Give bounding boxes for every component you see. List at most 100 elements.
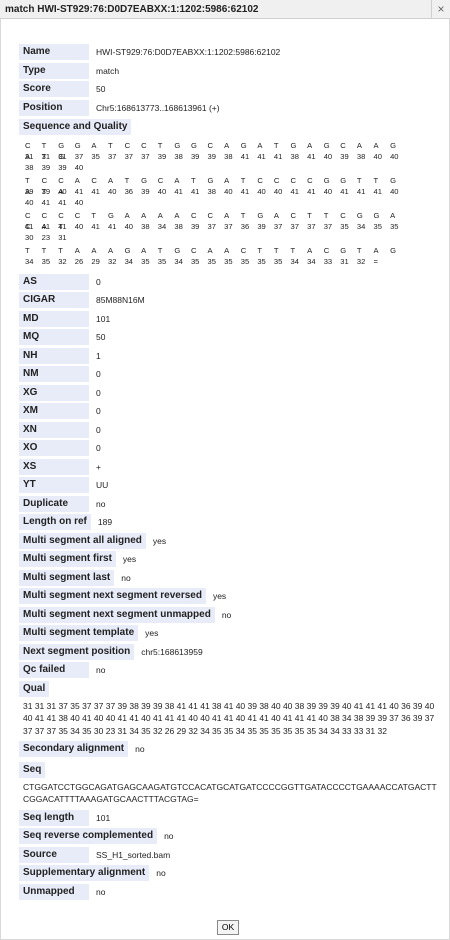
- field-row: XS +: [19, 458, 439, 477]
- base: C: [340, 210, 346, 220]
- field-row: Type match: [19, 62, 439, 81]
- base: C: [257, 175, 263, 185]
- base: T: [91, 210, 97, 220]
- quality-score: 38: [25, 162, 34, 172]
- quality-score: 23: [41, 232, 51, 242]
- field-label: XS: [19, 458, 89, 475]
- field-row: CIGAR 85M88N16M: [19, 291, 439, 310]
- base: A: [174, 175, 180, 185]
- quality-score: =: [373, 256, 378, 266]
- base: A: [373, 140, 379, 150]
- quality-score: 37: [74, 151, 84, 161]
- quality-score: 35: [390, 221, 399, 231]
- field-value: yes: [152, 535, 167, 546]
- quality-row: 31 31 31 37 35 37 37 37 39 38 39 39 38 41 41 41 38 41 40 39…: [25, 151, 439, 172]
- base: C: [190, 245, 197, 255]
- base: A: [224, 140, 230, 150]
- field-value: 0: [96, 369, 101, 380]
- quality-score: 34: [174, 256, 183, 266]
- field-label: Sequence and Quality: [19, 119, 132, 136]
- qual-value: 31 31 31 37 35 37 37 37 39 38 39 39 38 4…: [23, 701, 435, 736]
- base: G: [174, 140, 181, 150]
- field-row: Multi segment first yes: [19, 550, 439, 569]
- field-label: Multi segment template: [19, 625, 139, 642]
- quality-score: 39: [190, 151, 200, 161]
- field-value: 189: [97, 517, 113, 528]
- field-label: XG: [19, 384, 89, 401]
- quality-score: 40: [224, 186, 233, 196]
- quality-score: 41: [74, 186, 84, 196]
- field-value: 101: [96, 313, 111, 324]
- dialog-body: Name HWI-ST929:76:D0D7EABXX:1:1202:5986:6…: [0, 19, 450, 940]
- base: A: [74, 245, 80, 255]
- sequence-bases-row: CCCCTGAAAACCATGACTTCGGACAT: [25, 210, 439, 231]
- base: C: [323, 245, 330, 255]
- base: G: [390, 175, 396, 185]
- field-label: XM: [19, 403, 89, 420]
- field-row: Multi segment next segment reversed yes: [19, 587, 439, 606]
- quality-score: 39: [157, 151, 167, 161]
- field-row: Name HWI-ST929:76:D0D7EABXX:1:1202:5986:6…: [19, 43, 439, 62]
- quality-score: 41: [107, 221, 117, 231]
- base: A: [141, 210, 147, 220]
- base: C: [340, 140, 346, 150]
- quality-score: 31: [58, 151, 67, 161]
- field-label: MD: [19, 310, 89, 327]
- quality-score: 35: [141, 256, 150, 266]
- quality-score: 41: [373, 186, 382, 196]
- field-value: no: [156, 868, 166, 879]
- field-row: Multi segment next segment unmapped no: [19, 606, 439, 625]
- quality-score: 32: [356, 256, 366, 266]
- quality-score: 35: [340, 221, 349, 231]
- quality-score: 41: [307, 151, 316, 161]
- ok-button[interactable]: OK: [217, 920, 239, 935]
- base: T: [257, 245, 262, 255]
- field-row: MQ 50: [19, 328, 439, 347]
- quality-score: 40: [107, 186, 117, 196]
- base: G: [290, 140, 297, 150]
- field-label: Multi segment next segment reversed: [19, 588, 206, 605]
- base: C: [25, 210, 31, 220]
- quality-score: 32: [58, 256, 67, 266]
- close-icon[interactable]: ×: [431, 0, 450, 18]
- base: C: [240, 245, 247, 255]
- base: A: [157, 210, 163, 220]
- field-label: Secondary alignment: [19, 741, 129, 758]
- seq-value: CTGGATCCTGGCAGATGAGCAAGATGTCCACATGCATGAT…: [23, 781, 437, 805]
- quality-score: 40: [74, 162, 84, 172]
- base: A: [390, 210, 396, 220]
- base: T: [240, 175, 246, 185]
- quality-score: 32: [107, 256, 117, 266]
- base: G: [124, 245, 131, 255]
- quality-score: 35: [240, 256, 250, 266]
- quality-score: 40: [390, 151, 399, 161]
- field-value: no: [96, 886, 106, 897]
- feature-details: Name HWI-ST929:76:D0D7EABXX:1:1202:5986:6…: [19, 43, 439, 901]
- field-label: Source: [19, 846, 89, 863]
- field-value: no: [121, 572, 131, 583]
- base: A: [307, 140, 313, 150]
- quality-score: 41: [25, 221, 34, 231]
- base: C: [273, 175, 280, 185]
- quality-score: 35: [373, 221, 382, 231]
- quality-score: 31: [340, 256, 349, 266]
- base: C: [58, 210, 64, 220]
- quality-score: 41: [41, 197, 51, 207]
- base: T: [157, 245, 163, 255]
- base: C: [207, 210, 214, 220]
- field-value: 0: [96, 424, 101, 435]
- field-value: no: [221, 609, 232, 620]
- field-row: Supplementary alignment no: [19, 864, 439, 883]
- quality-score: 39: [58, 162, 67, 172]
- sequence-bases-row: CTGGATCCTGGCAGATGAGCAAGATG: [25, 140, 439, 161]
- field-label: XO: [19, 440, 89, 457]
- field-value: no: [164, 831, 174, 842]
- field-label: NH: [19, 347, 89, 364]
- base: C: [307, 175, 313, 185]
- field-value: yes: [122, 554, 137, 565]
- base: T: [58, 245, 63, 255]
- quality-score: 41: [91, 221, 100, 231]
- base: C: [41, 210, 48, 220]
- base: G: [323, 175, 330, 185]
- base: A: [207, 245, 213, 255]
